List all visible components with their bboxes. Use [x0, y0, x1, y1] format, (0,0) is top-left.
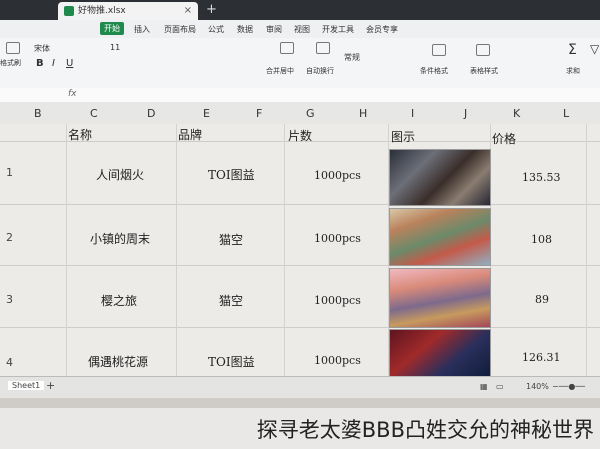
cell-price[interactable]: 126.31	[522, 351, 561, 364]
column-header[interactable]: D	[147, 107, 155, 120]
cell-pieces[interactable]: 1000pcs	[314, 169, 361, 182]
formula-bar: fx	[0, 88, 600, 103]
table-style-icon[interactable]	[476, 44, 490, 56]
sheet-grid[interactable]: 名称 品牌 片数 图示 价格 1 人间烟火 TOI图益 1000pcs 135.…	[0, 124, 600, 378]
format-painter-label: 格式刷	[0, 59, 21, 67]
sheet-tab[interactable]: Sheet1	[8, 381, 45, 390]
puzzle-image[interactable]	[389, 208, 491, 266]
merge-center-icon[interactable]	[280, 42, 294, 54]
cell-pieces[interactable]: 1000pcs	[314, 232, 361, 245]
cell-name[interactable]: 人间烟火	[96, 166, 144, 183]
number-format-select[interactable]: 常规	[344, 52, 360, 63]
cell-name[interactable]: 偶遇桃花源	[88, 353, 148, 370]
tab-developer[interactable]: 开发工具	[322, 24, 354, 35]
title-bar: 好物推.xlsx × +	[0, 0, 600, 20]
italic-icon[interactable]: I	[52, 58, 55, 69]
cell-price[interactable]: 135.53	[522, 171, 561, 184]
puzzle-image[interactable]	[389, 149, 491, 206]
puzzle-image[interactable]	[389, 268, 491, 328]
row-number[interactable]: 2	[6, 231, 13, 244]
column-header[interactable]: H	[359, 107, 367, 120]
row-number[interactable]: 1	[6, 166, 13, 179]
tab-insert[interactable]: 插入	[134, 24, 150, 35]
sum-icon[interactable]: Σ	[568, 42, 577, 58]
cell-name[interactable]: 小镇的周末	[90, 230, 150, 247]
cell-brand[interactable]: TOI图益	[208, 166, 255, 183]
cell-pieces[interactable]: 1000pcs	[314, 294, 361, 307]
header-pieces: 片数	[288, 129, 313, 143]
column-header[interactable]: K	[513, 107, 520, 120]
row-number[interactable]: 4	[6, 356, 13, 369]
cell-price[interactable]: 108	[531, 233, 552, 246]
conditional-format-icon[interactable]	[432, 44, 446, 56]
tab-member[interactable]: 会员专享	[366, 24, 398, 35]
file-tab-label: 好物推.xlsx	[78, 6, 126, 16]
column-header[interactable]: L	[563, 107, 569, 120]
spreadsheet-file-icon	[64, 6, 74, 16]
conditional-format-label: 条件格式	[420, 67, 448, 75]
header-name: 名称	[68, 128, 93, 142]
puzzle-image[interactable]	[389, 329, 491, 378]
ribbon-tabs: 开始 插入 页面布局 公式 数据 审阅 视图 开发工具 会员专享	[0, 20, 600, 38]
overlay-caption: 探寻老太婆BBB凸姓交允的神秘世界	[256, 418, 594, 442]
column-header[interactable]: G	[306, 107, 315, 120]
tab-view[interactable]: 视图	[294, 24, 310, 35]
file-tab[interactable]: 好物推.xlsx ×	[58, 2, 198, 20]
fx-icon[interactable]: fx	[68, 89, 77, 99]
column-header[interactable]: F	[256, 107, 262, 120]
cell-price[interactable]: 89	[535, 293, 549, 306]
font-name-select[interactable]: 宋体	[34, 43, 50, 54]
column-header[interactable]: J	[464, 107, 467, 120]
bold-icon[interactable]: B	[36, 58, 44, 69]
column-header[interactable]: E	[203, 107, 210, 120]
wrap-text-icon[interactable]	[316, 42, 330, 54]
header-image: 图示	[391, 130, 416, 144]
cell-brand[interactable]: 猫空	[219, 231, 243, 248]
zoom-slider[interactable]: −──●──	[552, 382, 585, 391]
cell-brand[interactable]: TOI图益	[208, 353, 255, 370]
tab-page-layout[interactable]: 页面布局	[164, 24, 196, 35]
cell-pieces[interactable]: 1000pcs	[314, 354, 361, 367]
page-layout-view-icon[interactable]: ▭	[496, 382, 504, 391]
tab-home[interactable]: 开始	[100, 22, 124, 35]
close-tab-icon[interactable]: ×	[184, 2, 192, 20]
merge-center-label: 合并居中	[266, 67, 294, 75]
tab-formulas[interactable]: 公式	[208, 24, 224, 35]
cell-brand[interactable]: 猫空	[219, 292, 243, 309]
column-header[interactable]: C	[90, 107, 98, 120]
tab-review[interactable]: 审阅	[266, 24, 282, 35]
normal-view-icon[interactable]: ▦	[480, 382, 488, 391]
font-size-select[interactable]: 11	[110, 43, 120, 52]
format-painter-icon[interactable]	[6, 42, 20, 54]
header-price: 价格	[492, 132, 517, 146]
header-brand: 品牌	[178, 128, 203, 142]
table-style-label: 表格样式	[470, 67, 498, 75]
cell-name[interactable]: 樱之旅	[101, 292, 137, 309]
add-sheet-button[interactable]: +	[46, 379, 55, 392]
filter-icon[interactable]: ▽	[590, 42, 599, 56]
zoom-level: 140%	[526, 382, 549, 391]
column-header[interactable]: B	[34, 107, 42, 120]
column-header[interactable]: I	[411, 107, 414, 120]
wrap-text-label: 自动换行	[306, 67, 334, 75]
status-bar: Sheet1 + ▦ ▭ 140% −──●──	[0, 376, 600, 399]
column-headers: B C D E F G H I J K L	[0, 102, 600, 125]
underline-icon[interactable]: U	[66, 58, 73, 69]
row-number[interactable]: 3	[6, 293, 13, 306]
tab-data[interactable]: 数据	[237, 24, 253, 35]
ribbon-toolbar: 格式刷 宋体 11 B I U 合并居中 自动换行 常规 条件格式 表格样式 Σ…	[0, 38, 600, 89]
sum-label: 求和	[566, 67, 580, 75]
new-tab-button[interactable]: +	[206, 2, 217, 18]
